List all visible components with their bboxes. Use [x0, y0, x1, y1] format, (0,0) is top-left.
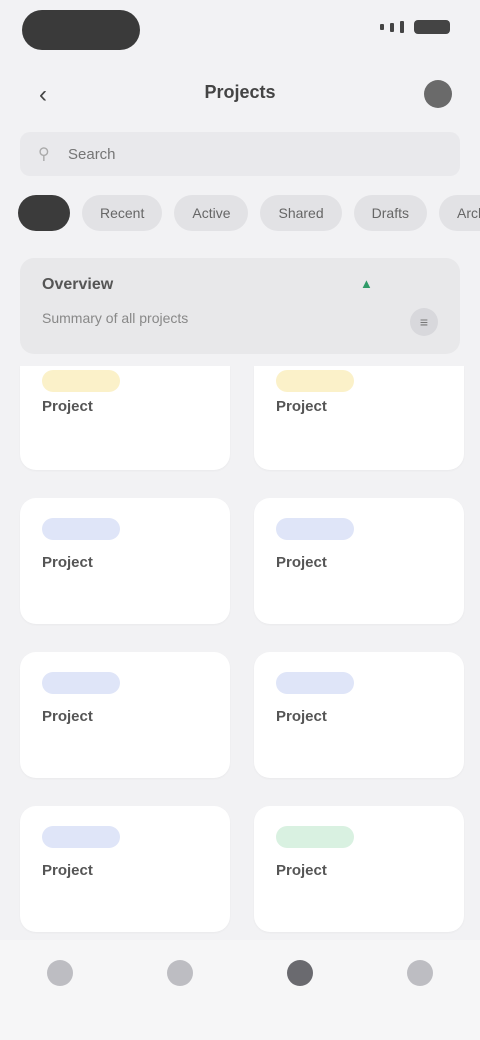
folder-icon [287, 960, 313, 986]
tab-bar [0, 940, 480, 1040]
tab-search[interactable] [150, 940, 210, 1020]
app-bar: ‹ Projects [0, 64, 480, 128]
status-badge [276, 518, 354, 540]
summary-card: Overview ▲ Summary of all projects ≡ [20, 258, 460, 354]
project-card[interactable]: Project [254, 806, 464, 932]
project-card[interactable]: Project [20, 498, 230, 624]
project-name: Project [276, 554, 327, 571]
project-card[interactable]: Project [20, 806, 230, 932]
chip-drafts[interactable]: Drafts [353, 195, 427, 231]
search-icon: ⚲ [38, 146, 50, 163]
status-badge [42, 518, 120, 540]
status-bar [0, 0, 480, 64]
filter-icon[interactable]: ≡ [410, 308, 438, 336]
chip-all[interactable] [18, 195, 70, 231]
tab-projects[interactable] [270, 940, 330, 1020]
chip-active[interactable]: Active [174, 195, 249, 231]
project-name: Project [42, 862, 93, 879]
project-name: Project [276, 708, 327, 725]
status-badge [276, 826, 354, 848]
project-card[interactable]: Project [254, 498, 464, 624]
battery-icon [414, 20, 450, 34]
status-badge [42, 370, 120, 392]
signal-icon [390, 22, 394, 32]
page-title: Projects [204, 82, 276, 102]
status-icons [380, 20, 450, 34]
chip-archived[interactable]: Archived [438, 195, 480, 231]
search-input[interactable] [66, 144, 430, 164]
project-name: Project [42, 708, 93, 725]
status-badge [42, 826, 120, 848]
project-card[interactable]: Project [254, 652, 464, 778]
tab-home[interactable] [30, 940, 90, 1020]
project-name: Project [276, 862, 327, 879]
project-name: Project [42, 554, 93, 571]
settings-icon [407, 960, 433, 986]
status-badge [276, 370, 354, 392]
summary-heading: Overview [42, 276, 114, 293]
project-card[interactable]: Project [254, 366, 464, 470]
project-name: Project [42, 398, 93, 415]
filter-chips: Recent Active Shared Drafts Archived [18, 190, 480, 236]
chip-recent[interactable]: Recent [82, 195, 163, 231]
home-icon [47, 960, 73, 986]
project-card[interactable]: Project [20, 366, 230, 470]
summary-subtitle: Summary of all projects [42, 310, 189, 326]
project-grid: Project Project Project Project Project … [20, 366, 464, 932]
status-badge [276, 672, 354, 694]
search-icon [167, 960, 193, 986]
trend-indicator: ▲ [360, 276, 373, 291]
tab-settings[interactable] [390, 940, 450, 1020]
chip-shared[interactable]: Shared [260, 195, 342, 231]
signal-icon [380, 24, 384, 30]
search-bar[interactable]: ⚲ [20, 132, 460, 176]
signal-icon [400, 21, 404, 33]
avatar-icon[interactable] [424, 80, 452, 108]
status-badge [42, 672, 120, 694]
project-card[interactable]: Project [20, 652, 230, 778]
dynamic-island [22, 10, 140, 50]
project-name: Project [276, 398, 327, 415]
